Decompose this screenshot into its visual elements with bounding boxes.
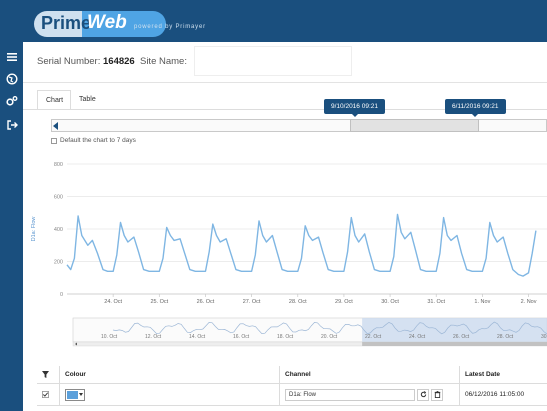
channels-table: Colour Channel Latest Date D1a: Flow 06/… [37,366,547,411]
x-tick-label: 28. Oct [289,299,307,305]
filter-icon[interactable] [37,366,59,383]
x-tick-label: 2. Nov [521,299,537,305]
navigator-tick-label: 26. Oct [453,334,470,340]
navigator-tick-label: 20. Oct [321,334,338,340]
trash-icon[interactable] [431,388,443,401]
logo-web-text: Web [87,12,127,33]
flow-series-line [66,213,537,277]
x-tick-label: 27. Oct [243,299,261,305]
menu-icon[interactable] [6,50,18,62]
colour-picker[interactable] [65,388,85,401]
colour-swatch [67,390,78,399]
navigator-tick-label: 16. Oct [233,334,250,340]
x-tick-label: 1. Nov [474,299,490,305]
channel-cell: D1a: Flow [279,384,459,405]
logo-prime-text: Prime [41,13,92,33]
y-axis-label: D1a: Flow [31,217,37,242]
navigator-tick-label: 18. Oct [277,334,294,340]
latest-date-header[interactable]: Latest Date [459,366,547,383]
main-panel: Serial Number: 164826 Site Name: Chart T… [23,42,547,411]
top-header: Prime Web powered by Primayer [0,0,547,42]
navigator-tick-label: 22. Oct [365,334,382,340]
table-header: Colour Channel Latest Date [37,366,547,384]
x-tick-label: 30. Oct [381,299,399,305]
navigator-tick-label: 30. Oct [541,334,547,340]
settings-icon[interactable] [6,94,18,106]
navigator-tick-label: 24. Oct [409,334,426,340]
navigator-tick-label: 12. Oct [145,334,162,340]
y-tick-label: 0 [60,292,63,298]
y-tick-label: 200 [54,260,63,266]
flow-chart: 800 600 400 200 0 D1a: Flow 24. Oct 25. Oct 26. … [31,162,547,347]
y-tick-label: 800 [54,162,63,168]
chevron-down-icon [79,393,83,396]
navigator-scroll-thumb[interactable] [362,342,547,346]
colour-cell [59,384,279,405]
x-tick-label: 26. Oct [197,299,215,305]
x-tick-label: 24. Oct [104,299,122,305]
x-tick-label: 25. Oct [150,299,168,305]
navigator-tick-label: 10. Oct [101,334,118,340]
globe-icon[interactable] [6,72,18,85]
row-checkbox[interactable] [37,384,59,405]
navigator-tick-label: 28. Oct [497,334,514,340]
channel-header[interactable]: Channel [279,366,459,383]
table-row: D1a: Flow 06/12/2016 11:05:00 [37,384,547,406]
y-tick-label: 400 [54,227,63,233]
navigator-tick-label: 14. Oct [189,334,206,340]
logout-icon[interactable] [6,118,18,130]
powered-by-text: powered by Primayer [134,24,206,30]
sidebar [0,42,23,411]
y-tick-label: 600 [54,195,63,201]
x-tick-label: 31. Oct [427,299,445,305]
channel-name-input[interactable]: D1a: Flow [285,388,415,401]
colour-header[interactable]: Colour [59,366,279,383]
x-tick-label: 29. Oct [335,299,353,305]
refresh-icon[interactable] [417,388,429,401]
latest-date-cell: 06/12/2016 11:05:00 [459,384,547,405]
